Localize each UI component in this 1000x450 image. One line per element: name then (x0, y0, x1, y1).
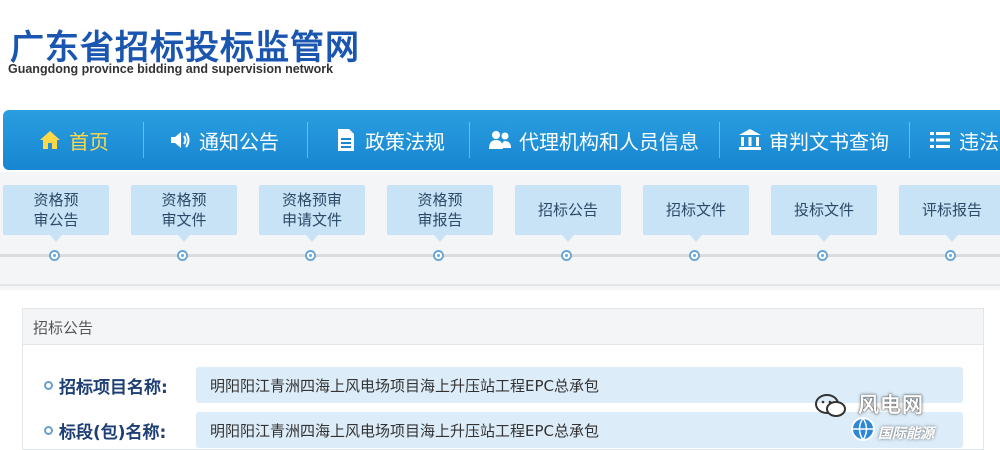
globe-logo-icon (851, 417, 875, 441)
nav-item-agencies[interactable]: 代理机构和人员信息 (487, 110, 699, 170)
watermark: 风电网 国际能源 (812, 385, 1000, 450)
step-label: 评标报告 (921, 201, 982, 219)
step-dot-icon (945, 250, 956, 261)
step-4[interactable]: 资格预 审报告 (387, 185, 493, 242)
list-icon (927, 127, 953, 153)
step-8[interactable]: 评标报告 (899, 185, 1000, 242)
step-pointer (434, 235, 446, 242)
step-3[interactable]: 资格预审 申请文件 (259, 185, 365, 242)
step-1[interactable]: 资格预 审公告 (3, 185, 109, 242)
nav-divider (307, 122, 308, 158)
nav-item-policies[interactable]: 政策法规 (333, 110, 445, 170)
nav-item-notices[interactable]: 通知公告 (167, 110, 279, 170)
step-dot-icon (689, 250, 700, 261)
nav-divider (469, 122, 470, 158)
step-label: 资格预 审文件 (161, 191, 207, 229)
step-dot-icon (177, 250, 188, 261)
nav-label: 审判文书查询 (769, 129, 889, 154)
step-pointer (306, 235, 318, 242)
step-label: 投标文件 (793, 201, 854, 219)
document-icon (333, 127, 359, 153)
step-label: 招标公告 (537, 201, 598, 219)
bullet-icon (44, 381, 53, 390)
nav-label: 政策法规 (365, 129, 445, 154)
users-icon (487, 127, 513, 153)
main-nav: 首页 通知公告 政策法规 代理机构和人员信息 审判文书查询 违法 (3, 110, 1000, 170)
wechat-icon (815, 394, 846, 417)
divider (0, 284, 1000, 286)
process-steps: 资格预 审公告 资格预 审文件 资格预审 申请文件 资格预 审报告 招标公告 招标文件 投标… (0, 172, 1000, 290)
step-5[interactable]: 招标公告 (515, 185, 621, 242)
step-dot-icon (561, 250, 572, 261)
nav-divider (909, 122, 910, 158)
step-pointer (178, 235, 190, 242)
nav-label: 通知公告 (199, 129, 279, 154)
step-dot-icon (817, 250, 828, 261)
panel-header: 招标公告 (23, 309, 983, 345)
speaker-icon (167, 127, 193, 153)
nav-label: 违法 (959, 129, 999, 154)
lot-name-label: 标段(包)名称: (59, 423, 167, 443)
step-pointer (946, 235, 958, 242)
nav-item-judgments[interactable]: 审判文书查询 (737, 110, 889, 170)
step-7[interactable]: 投标文件 (771, 185, 877, 242)
nav-item-violations[interactable]: 违法 (927, 110, 999, 170)
courthouse-icon (737, 127, 763, 153)
nav-label: 代理机构和人员信息 (519, 129, 699, 154)
step-label: 资格预 审公告 (33, 191, 79, 229)
step-2[interactable]: 资格预 审文件 (131, 185, 237, 242)
nav-item-home[interactable]: 首页 (37, 110, 109, 170)
nav-divider (719, 122, 720, 158)
project-name-label: 招标项目名称: (59, 378, 168, 398)
step-dot-icon (49, 250, 60, 261)
home-icon (37, 127, 63, 153)
nav-divider (143, 122, 144, 158)
watermark-subtext: 国际能源 (878, 426, 934, 442)
steps-timeline (0, 254, 1000, 257)
step-pointer (818, 235, 830, 242)
site-header: 广东省招标投标监管网 Guangdong province bidding an… (0, 0, 1000, 110)
site-subtitle: Guangdong province bidding and supervisi… (8, 62, 334, 76)
step-pointer (690, 235, 702, 242)
step-pointer (562, 235, 574, 242)
step-label: 招标文件 (665, 201, 726, 219)
watermark-text: 风电网 (858, 393, 924, 417)
step-label: 资格预审 申请文件 (281, 191, 342, 229)
step-label: 资格预 审报告 (417, 191, 463, 229)
step-pointer (50, 235, 62, 242)
bullet-icon (44, 426, 53, 435)
step-dot-icon (305, 250, 316, 261)
nav-label: 首页 (69, 129, 109, 154)
step-6[interactable]: 招标文件 (643, 185, 749, 242)
panel-title: 招标公告 (33, 319, 94, 337)
step-dot-icon (433, 250, 444, 261)
